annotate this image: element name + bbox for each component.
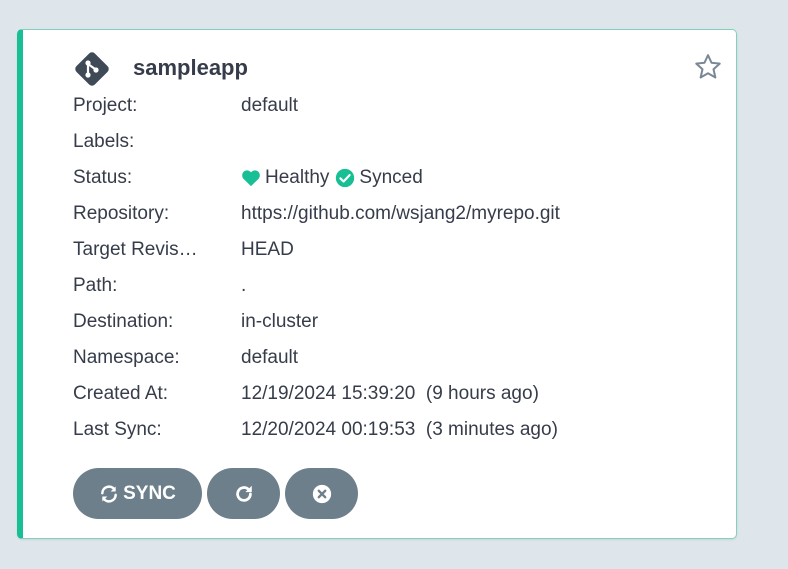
field-label: Project: bbox=[73, 95, 138, 116]
sync-status: Synced bbox=[359, 167, 423, 188]
field-label: Namespace: bbox=[73, 347, 180, 368]
field-value: 12/19/2024 15:39:20 (9 hours ago) bbox=[241, 383, 539, 404]
refresh-icon bbox=[235, 485, 252, 502]
field-label: Destination: bbox=[73, 311, 174, 332]
sync-label: SYNC bbox=[123, 482, 176, 504]
field-label: Repository: bbox=[73, 203, 170, 224]
sync-button[interactable]: SYNC bbox=[73, 468, 202, 519]
field-label: Labels: bbox=[73, 131, 135, 152]
field-value: default bbox=[241, 347, 299, 368]
heart-icon bbox=[242, 170, 260, 187]
times-circle-icon bbox=[312, 484, 331, 503]
star-icon[interactable] bbox=[693, 52, 723, 82]
field-value: default bbox=[241, 95, 299, 116]
status-value: Healthy Synced bbox=[241, 166, 429, 190]
field-value: https://github.com/wsjang2/myrepo.git bbox=[241, 203, 560, 224]
field-label: Status: bbox=[73, 167, 133, 188]
field-value: in-cluster bbox=[241, 311, 319, 332]
delete-button[interactable] bbox=[285, 468, 358, 519]
git-icon bbox=[75, 52, 109, 86]
field-value: 12/20/2024 00:19:53 (3 minutes ago) bbox=[241, 419, 558, 440]
sync-icon bbox=[101, 484, 118, 503]
health-status: Healthy bbox=[265, 167, 330, 188]
field-label: Last Sync: bbox=[73, 419, 162, 440]
application-tile[interactable]: sampleapp Project: default Labels: Statu… bbox=[17, 29, 737, 539]
field-label: Target Revis… bbox=[73, 239, 198, 260]
refresh-button[interactable] bbox=[207, 468, 280, 519]
field-label: Path: bbox=[73, 275, 118, 296]
app-name[interactable]: sampleapp bbox=[133, 55, 248, 81]
field-value: . bbox=[241, 275, 247, 296]
field-label: Created At: bbox=[73, 383, 169, 404]
field-value: HEAD bbox=[241, 239, 294, 260]
check-circle-icon bbox=[336, 168, 355, 188]
